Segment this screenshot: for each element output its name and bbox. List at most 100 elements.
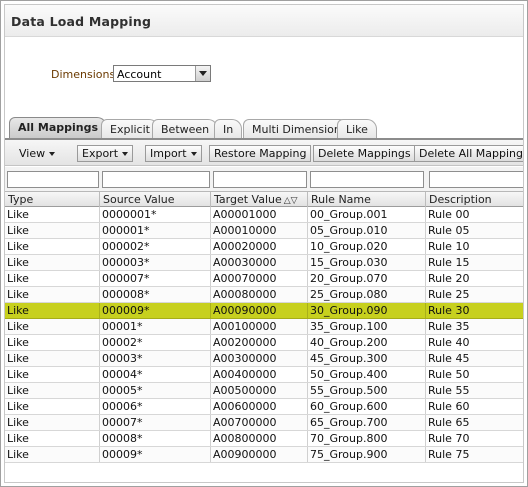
view-menu[interactable]: View bbox=[15, 146, 59, 162]
rule-name-filter-input[interactable] bbox=[310, 171, 424, 188]
description-filter-input[interactable] bbox=[429, 171, 523, 188]
cell-description: Rule 00 bbox=[426, 207, 523, 222]
cell-source-value: 00004* bbox=[100, 367, 211, 382]
table-row[interactable]: Like 00006* A00600000 60_Group.600 Rule 60 bbox=[5, 399, 523, 415]
table-row[interactable]: Like 0000001* A00001000 00_Group.001 Rule 00 bbox=[5, 207, 523, 223]
cell-target-value: A00200000 bbox=[211, 335, 308, 350]
cell-target-value: A00080000 bbox=[211, 287, 308, 302]
cell-rule-name: 40_Group.200 bbox=[308, 335, 426, 350]
cell-rule-name: 65_Group.700 bbox=[308, 415, 426, 430]
toolbar: View Export Import Restore Mapping Delet… bbox=[5, 140, 523, 166]
table-row[interactable]: Like 000007* A00070000 20_Group.070 Rule 20 bbox=[5, 271, 523, 287]
cell-type: Like bbox=[5, 335, 100, 350]
table-row[interactable]: Like 00009* A00900000 75_Group.900 Rule 75 bbox=[5, 447, 523, 463]
table-row[interactable]: Like 000001* A00010000 05_Group.010 Rule 05 bbox=[5, 223, 523, 239]
import-menu-label: Import bbox=[150, 147, 187, 160]
cell-type: Like bbox=[5, 319, 100, 334]
cell-rule-name: 15_Group.030 bbox=[308, 255, 426, 270]
caret-down-icon bbox=[190, 152, 197, 156]
type-filter-input[interactable] bbox=[7, 171, 99, 188]
cell-type: Like bbox=[5, 287, 100, 302]
header-source-value[interactable]: Source Value bbox=[100, 192, 211, 207]
delete-all-mappings-button[interactable]: Delete All Mappings bbox=[414, 145, 523, 162]
restore-mapping-button[interactable]: Restore Mapping bbox=[209, 145, 312, 162]
view-menu-label: View bbox=[19, 147, 46, 160]
cell-source-value: 00003* bbox=[100, 351, 211, 366]
tab-multi-dimension[interactable]: Multi Dimension bbox=[243, 119, 350, 139]
table-header: Type Source Value Target Value △▽ Rule Na… bbox=[5, 191, 523, 207]
header-description[interactable]: Description bbox=[426, 192, 523, 207]
cell-description: Rule 75 bbox=[426, 447, 523, 462]
tab-in[interactable]: In bbox=[214, 119, 243, 139]
cell-target-value: A00500000 bbox=[211, 383, 308, 398]
mappings-table: Type Source Value Target Value △▽ Rule Na… bbox=[5, 191, 523, 482]
cell-target-value: A00700000 bbox=[211, 415, 308, 430]
filter-row bbox=[5, 167, 523, 191]
cell-type: Like bbox=[5, 415, 100, 430]
cell-rule-name: 35_Group.100 bbox=[308, 319, 426, 334]
table-row[interactable]: Like 00008* A00800000 70_Group.800 Rule 70 bbox=[5, 431, 523, 447]
cell-type: Like bbox=[5, 399, 100, 414]
table-row[interactable]: Like 00007* A00700000 65_Group.700 Rule 65 bbox=[5, 415, 523, 431]
table-row[interactable]: Like 00003* A00300000 45_Group.300 Rule 45 bbox=[5, 351, 523, 367]
cell-rule-name: 10_Group.020 bbox=[308, 239, 426, 254]
cell-target-value: A00400000 bbox=[211, 367, 308, 382]
tab-between[interactable]: Between bbox=[152, 119, 219, 139]
export-menu-label: Export bbox=[82, 147, 119, 160]
cell-target-value: A00600000 bbox=[211, 399, 308, 414]
cell-source-value: 00001* bbox=[100, 319, 211, 334]
table-row[interactable]: Like 000009* A00090000 30_Group.090 Rule 30 bbox=[5, 303, 523, 319]
export-menu[interactable]: Export bbox=[77, 145, 134, 162]
cell-description: Rule 10 bbox=[426, 239, 523, 254]
table-row[interactable]: Like 00002* A00200000 40_Group.200 Rule 40 bbox=[5, 335, 523, 351]
header-type[interactable]: Type bbox=[5, 192, 100, 207]
cell-description: Rule 60 bbox=[426, 399, 523, 414]
table-row[interactable]: Like 00004* A00400000 50_Group.400 Rule 50 bbox=[5, 367, 523, 383]
import-menu[interactable]: Import bbox=[145, 145, 202, 162]
caret-down-icon bbox=[49, 152, 56, 156]
table-row[interactable]: Like 000002* A00020000 10_Group.020 Rule 10 bbox=[5, 239, 523, 255]
target-value-filter-input[interactable] bbox=[213, 171, 307, 188]
cell-type: Like bbox=[5, 303, 100, 318]
delete-mappings-button[interactable]: Delete Mappings bbox=[313, 145, 416, 162]
tab-like[interactable]: Like bbox=[337, 119, 377, 139]
cell-source-value: 000007* bbox=[100, 271, 211, 286]
dimensions-selected-value: Account bbox=[117, 68, 162, 81]
cell-description: Rule 15 bbox=[426, 255, 523, 270]
cell-target-value: A00900000 bbox=[211, 447, 308, 462]
cell-description: Rule 05 bbox=[426, 223, 523, 238]
cell-rule-name: 05_Group.010 bbox=[308, 223, 426, 238]
dimensions-select[interactable]: Account bbox=[113, 65, 211, 82]
sort-arrows-icon[interactable]: △▽ bbox=[284, 196, 298, 206]
header-target-value[interactable]: Target Value △▽ bbox=[211, 192, 308, 207]
cell-rule-name: 25_Group.080 bbox=[308, 287, 426, 302]
cell-description: Rule 30 bbox=[426, 303, 523, 318]
cell-source-value: 000003* bbox=[100, 255, 211, 270]
table-row[interactable]: Like 00005* A00500000 55_Group.500 Rule 55 bbox=[5, 383, 523, 399]
tab-explicit[interactable]: Explicit bbox=[101, 119, 159, 139]
table-row[interactable]: Like 000003* A00030000 15_Group.030 Rule 15 bbox=[5, 255, 523, 271]
header-rule-name[interactable]: Rule Name bbox=[308, 192, 426, 207]
cell-target-value: A00100000 bbox=[211, 319, 308, 334]
cell-source-value: 00002* bbox=[100, 335, 211, 350]
caret-down-icon bbox=[122, 152, 129, 156]
tab-all-mappings[interactable]: All Mappings bbox=[9, 117, 108, 139]
cell-source-value: 00005* bbox=[100, 383, 211, 398]
header-target-value-label: Target Value bbox=[214, 193, 282, 206]
cell-target-value: A00030000 bbox=[211, 255, 308, 270]
cell-source-value: 0000001* bbox=[100, 207, 211, 222]
table-row[interactable]: Like 000008* A00080000 25_Group.080 Rule 25 bbox=[5, 287, 523, 303]
cell-description: Rule 20 bbox=[426, 271, 523, 286]
cell-target-value: A00070000 bbox=[211, 271, 308, 286]
cell-rule-name: 70_Group.800 bbox=[308, 431, 426, 446]
chevron-down-icon[interactable] bbox=[195, 66, 210, 81]
cell-description: Rule 50 bbox=[426, 367, 523, 382]
table-row[interactable]: Like 00001* A00100000 35_Group.100 Rule 35 bbox=[5, 319, 523, 335]
source-value-filter-input[interactable] bbox=[102, 171, 210, 188]
cell-target-value: A00090000 bbox=[211, 303, 308, 318]
cell-type: Like bbox=[5, 223, 100, 238]
cell-description: Rule 55 bbox=[426, 383, 523, 398]
dimensions-label: Dimensions bbox=[51, 68, 116, 81]
cell-description: Rule 70 bbox=[426, 431, 523, 446]
title-bar: Data Load Mapping bbox=[5, 5, 523, 37]
